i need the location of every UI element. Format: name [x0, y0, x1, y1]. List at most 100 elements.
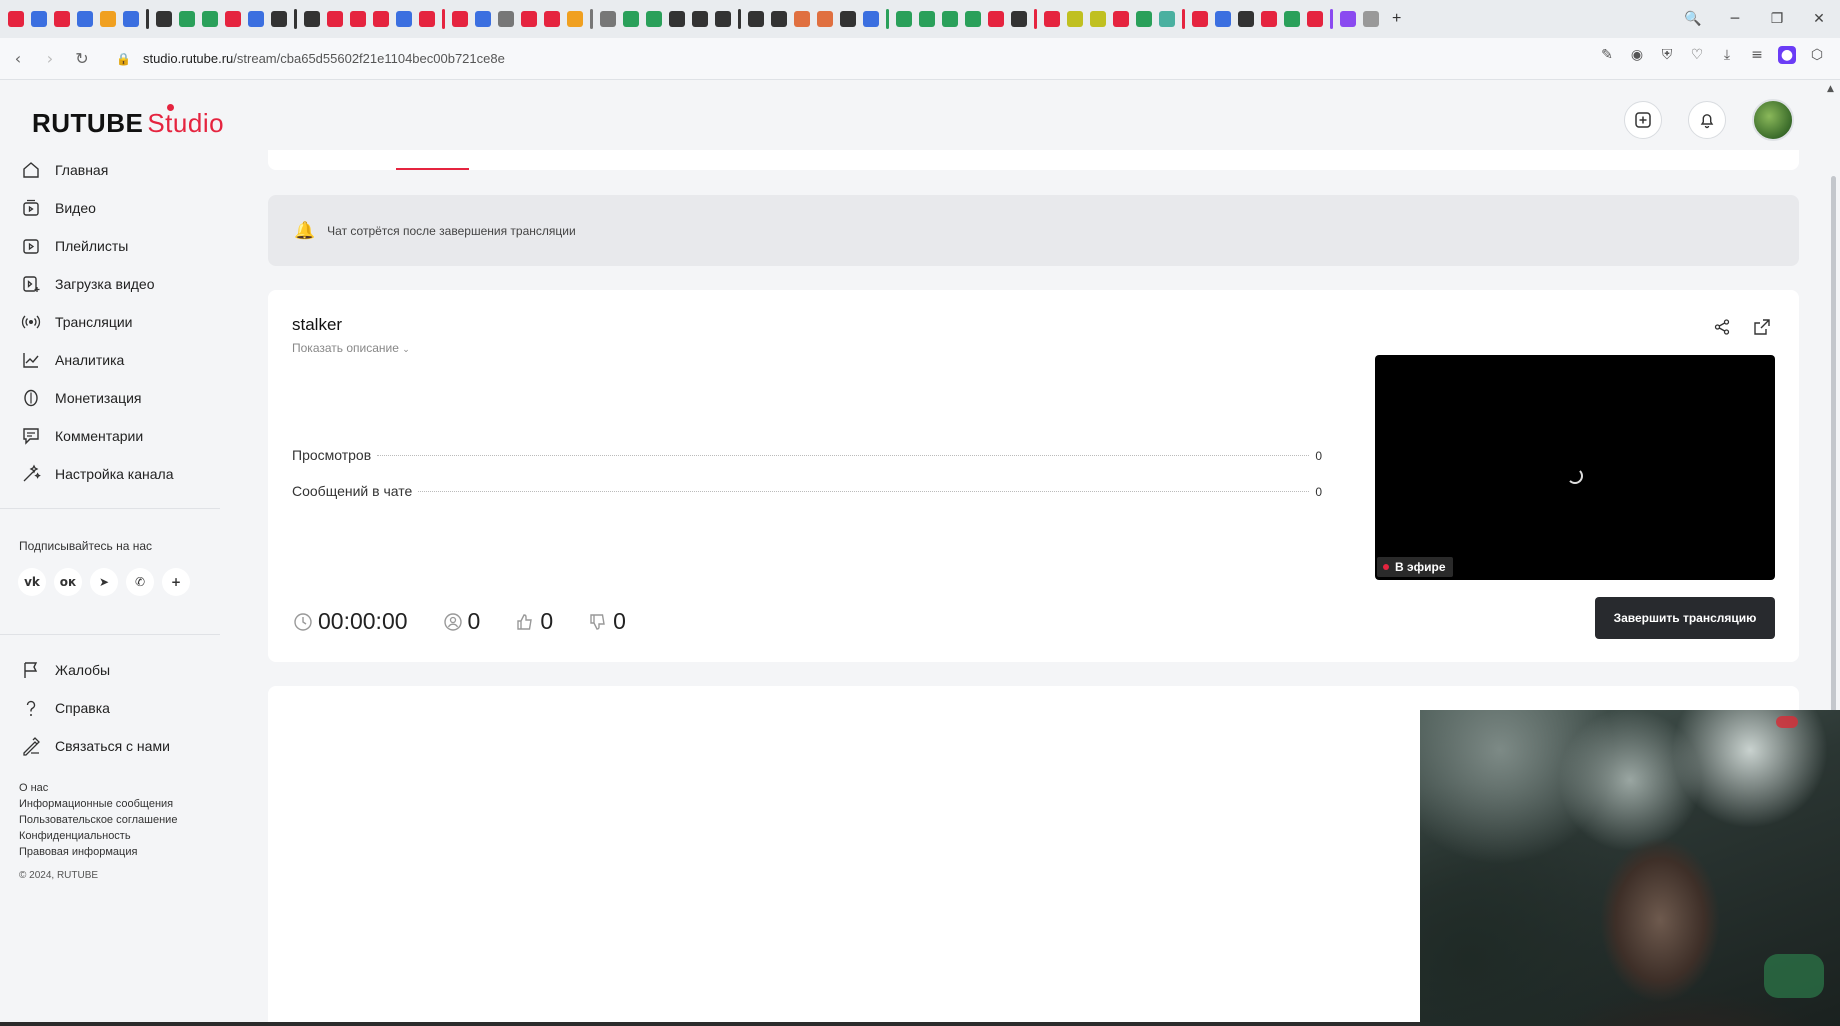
browser-tab-favicon-icon[interactable]	[1238, 11, 1254, 27]
edit-page-icon[interactable]: ✎	[1598, 46, 1616, 64]
camera-icon[interactable]: ◉	[1628, 46, 1646, 64]
browser-tab-favicon-icon[interactable]	[600, 11, 616, 27]
download-icon[interactable]: ⤓	[1718, 46, 1736, 64]
browser-tab-favicon-icon[interactable]	[304, 11, 320, 27]
footer-link-legal[interactable]: Правовая информация	[19, 846, 137, 858]
restore-icon[interactable]: ❐	[1756, 11, 1798, 27]
telegram-icon[interactable]: ➤	[90, 568, 118, 596]
reload-icon[interactable]: ↻	[68, 49, 96, 68]
browser-tab-favicon-icon[interactable]	[475, 11, 491, 27]
minimize-icon[interactable]: ─	[1714, 11, 1756, 27]
browser-tab-favicon-icon[interactable]	[748, 11, 764, 27]
browser-tab-favicon-icon[interactable]	[498, 11, 514, 27]
browser-tab-favicon-icon[interactable]	[521, 11, 537, 27]
show-description-toggle[interactable]: Показать описание ⌄	[292, 341, 410, 355]
sidebar-item-playlists[interactable]: Плейлисты	[20, 234, 128, 258]
browser-tab-favicon-icon[interactable]	[156, 11, 172, 27]
browser-tab-favicon-icon[interactable]	[942, 11, 958, 27]
notifications-button[interactable]	[1688, 101, 1726, 139]
browser-tab-favicon-icon[interactable]	[1192, 11, 1208, 27]
heart-icon[interactable]: ♡	[1688, 46, 1706, 64]
more-icon[interactable]: +	[162, 568, 190, 596]
browser-tab-favicon-icon[interactable]	[54, 11, 70, 27]
browser-tab-favicon-icon[interactable]	[248, 11, 264, 27]
browser-tab-favicon-icon[interactable]	[919, 11, 935, 27]
browser-tab-favicon-icon[interactable]	[373, 11, 389, 27]
browser-tab-favicon-icon[interactable]	[567, 11, 583, 27]
browser-tab-favicon-icon[interactable]	[350, 11, 366, 27]
upload-button[interactable]	[1624, 101, 1662, 139]
share-icon[interactable]	[1711, 316, 1733, 338]
browser-tab-favicon-icon[interactable]	[1215, 11, 1231, 27]
sidebar-item-monetization[interactable]: Монетизация	[20, 386, 142, 410]
sidebar-item-home[interactable]: Главная	[20, 158, 108, 182]
new-tab-button[interactable]: +	[1392, 10, 1401, 28]
browser-tab-favicon-icon[interactable]	[840, 11, 856, 27]
footer-link-terms[interactable]: Пользовательское соглашение	[19, 814, 177, 826]
sidebar-item-complaints[interactable]: Жалобы	[20, 658, 110, 682]
browser-tab-favicon-icon[interactable]	[100, 11, 116, 27]
browser-tab-favicon-icon[interactable]	[669, 11, 685, 27]
end-broadcast-button[interactable]: Завершить трансляцию	[1595, 597, 1775, 639]
close-icon[interactable]: ✕	[1798, 11, 1840, 27]
sidebar-item-contact[interactable]: Связаться с нами	[20, 734, 170, 758]
browser-tab-favicon-icon[interactable]	[692, 11, 708, 27]
browser-tab-favicon-icon[interactable]	[452, 11, 468, 27]
browser-tab-favicon-icon[interactable]	[988, 11, 1004, 27]
browser-tab-favicon-icon[interactable]	[123, 11, 139, 27]
footer-link-privacy[interactable]: Конфиденциальность	[19, 830, 131, 842]
browser-tab-favicon-icon[interactable]	[646, 11, 662, 27]
browser-tab-favicon-icon[interactable]	[896, 11, 912, 27]
browser-tab-favicon-icon[interactable]	[1044, 11, 1060, 27]
viber-icon[interactable]: ✆	[126, 568, 154, 596]
scrollbar-thumb[interactable]	[1831, 176, 1836, 796]
browser-tab-favicon-icon[interactable]	[31, 11, 47, 27]
sidebar-item-analytics[interactable]: Аналитика	[20, 348, 124, 372]
browser-tab-favicon-icon[interactable]	[863, 11, 879, 27]
browser-tab-favicon-icon[interactable]	[179, 11, 195, 27]
browser-tab-favicon-icon[interactable]	[225, 11, 241, 27]
rutube-studio-logo[interactable]: RUTUBE Studio	[32, 104, 224, 139]
odnoklassniki-icon[interactable]: ок	[54, 568, 82, 596]
browser-tab-favicon-icon[interactable]	[1261, 11, 1277, 27]
browser-tab-favicon-icon[interactable]	[1307, 11, 1323, 27]
menu-icon[interactable]: ≡	[1748, 46, 1766, 64]
browser-tab-favicon-icon[interactable]	[1340, 11, 1356, 27]
browser-tab-favicon-icon[interactable]	[965, 11, 981, 27]
browser-search-icon[interactable]: 🔍	[1672, 11, 1714, 27]
stream-preview-player[interactable]: В эфире	[1375, 355, 1775, 580]
external-link-icon[interactable]	[1751, 316, 1773, 338]
browser-tab-favicon-icon[interactable]	[623, 11, 639, 27]
sidebar-item-channel-settings[interactable]: Настройка канала	[20, 462, 174, 486]
browser-tab-favicon-icon[interactable]	[8, 11, 24, 27]
browser-tab-favicon-icon[interactable]	[715, 11, 731, 27]
sidebar-item-comments[interactable]: Комментарии	[20, 424, 143, 448]
browser-tab-favicon-icon[interactable]	[1159, 11, 1175, 27]
sidebar-item-broadcasts[interactable]: Трансляции	[20, 310, 132, 334]
browser-tab-favicon-icon[interactable]	[817, 11, 833, 27]
browser-tab-favicon-icon[interactable]	[794, 11, 810, 27]
browser-tab-favicon-icon[interactable]	[1011, 11, 1027, 27]
browser-tab-favicon-icon[interactable]	[1363, 11, 1379, 27]
url-field[interactable]: 🔒 studio.rutube.ru/stream/cba65d55602f21…	[116, 51, 505, 66]
browser-tab-favicon-icon[interactable]	[202, 11, 218, 27]
browser-tab-favicon-icon[interactable]	[77, 11, 93, 27]
browser-tab-favicon-icon[interactable]	[544, 11, 560, 27]
forward-icon[interactable]: ›	[36, 49, 64, 68]
browser-tab-favicon-icon[interactable]	[271, 11, 287, 27]
footer-link-info[interactable]: Информационные сообщения	[19, 798, 173, 810]
extension-icon[interactable]: ⬡	[1808, 46, 1826, 64]
browser-tab-favicon-icon[interactable]	[1113, 11, 1129, 27]
browser-tab-favicon-icon[interactable]	[327, 11, 343, 27]
browser-tab-favicon-icon[interactable]	[1136, 11, 1152, 27]
footer-link-about[interactable]: О нас	[19, 782, 48, 794]
browser-tab-favicon-icon[interactable]	[1284, 11, 1300, 27]
sidebar-item-upload[interactable]: Загрузка видео	[20, 272, 155, 296]
shield-icon[interactable]: ⛨	[1658, 46, 1676, 64]
avatar[interactable]	[1752, 99, 1794, 141]
vk-icon[interactable]: vk	[18, 568, 46, 596]
back-icon[interactable]: ‹	[4, 49, 32, 68]
browser-tab-favicon-icon[interactable]	[771, 11, 787, 27]
browser-tab-favicon-icon[interactable]	[419, 11, 435, 27]
browser-tab-favicon-icon[interactable]	[1067, 11, 1083, 27]
